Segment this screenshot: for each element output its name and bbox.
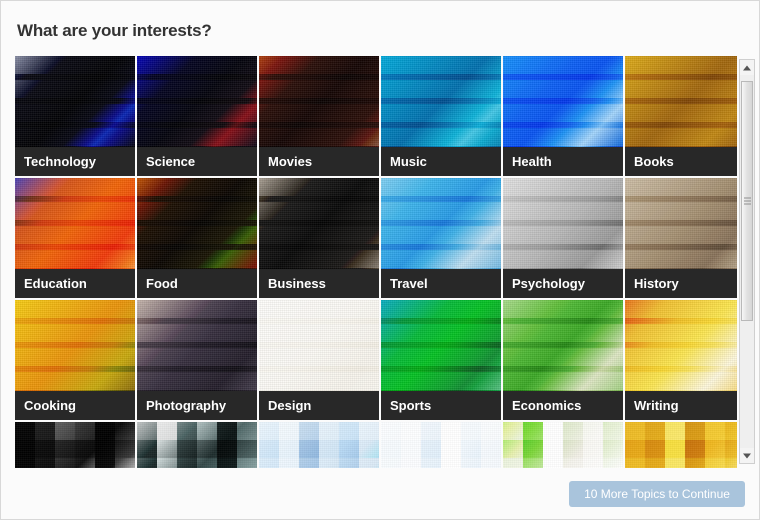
topic-tile-photography[interactable]: Photography — [137, 300, 257, 420]
topic-tile-partial[interactable] — [137, 422, 257, 468]
topic-tile-label: Photography — [137, 391, 257, 420]
topic-tile-food[interactable]: Food — [137, 178, 257, 298]
topic-tile-psychology[interactable]: Psychology — [503, 178, 623, 298]
topic-thumbnail-pixelation — [259, 422, 379, 468]
topic-tile-label: Sports — [381, 391, 501, 420]
topic-tile-label: Food — [137, 269, 257, 298]
topic-thumbnail-pixelation — [137, 422, 257, 468]
topic-tile-cooking[interactable]: Cooking — [15, 300, 135, 420]
topic-tile-sports[interactable]: Sports — [381, 300, 501, 420]
topics-grid-viewport[interactable]: Technology Science Movies Music Health Books E… — [15, 56, 737, 468]
topic-tile-partial[interactable] — [381, 422, 501, 468]
topic-tile-partial[interactable] — [625, 422, 737, 468]
topic-tile-label: Psychology — [503, 269, 623, 298]
topic-thumbnail-pixelation — [381, 422, 501, 468]
scroll-down-arrow-icon[interactable] — [740, 448, 754, 463]
topic-tile-label: Travel — [381, 269, 501, 298]
topic-tile-partial[interactable] — [15, 422, 135, 468]
page-title: What are your interests? — [17, 21, 212, 40]
topic-tile-partial[interactable] — [503, 422, 623, 468]
topic-row: Education Food Business Travel Psychology His… — [15, 178, 737, 298]
topic-thumbnail-pixelation — [503, 422, 623, 468]
topic-tile-label: Music — [381, 147, 501, 176]
continue-button[interactable]: 10 More Topics to Continue — [569, 481, 745, 507]
topic-tile-label: Education — [15, 269, 135, 298]
topic-row: Technology Science Movies Music Health Books — [15, 56, 737, 176]
topic-tile-label: Cooking — [15, 391, 135, 420]
topic-tile-label: Economics — [503, 391, 623, 420]
grid-scrollbar[interactable] — [739, 59, 755, 464]
topic-tile-design[interactable]: Design — [259, 300, 379, 420]
interests-picker-page: What are your interests? Technology Scien… — [0, 0, 760, 520]
topic-tile-education[interactable]: Education — [15, 178, 135, 298]
topic-tile-movies[interactable]: Movies — [259, 56, 379, 176]
topic-tile-label: Writing — [625, 391, 737, 420]
scrollbar-grip-icon — [744, 197, 751, 205]
topic-tile-business[interactable]: Business — [259, 178, 379, 298]
topic-tile-label: Movies — [259, 147, 379, 176]
topic-tile-books[interactable]: Books — [625, 56, 737, 176]
topic-tile-label: Business — [259, 269, 379, 298]
topic-thumbnail-pixelation — [625, 422, 737, 468]
topics-grid: Technology Science Movies Music Health Books E… — [15, 56, 737, 468]
topic-tile-travel[interactable]: Travel — [381, 178, 501, 298]
topic-tile-writing[interactable]: Writing — [625, 300, 737, 420]
scrollbar-track[interactable] — [740, 75, 754, 448]
topic-tile-science[interactable]: Science — [137, 56, 257, 176]
topic-tile-label: Science — [137, 147, 257, 176]
topic-tile-label: History — [625, 269, 737, 298]
topic-tile-label: Books — [625, 147, 737, 176]
topic-thumbnail-pixelation — [15, 422, 135, 468]
topic-tile-history[interactable]: History — [625, 178, 737, 298]
topic-row — [15, 422, 737, 468]
topic-tile-economics[interactable]: Economics — [503, 300, 623, 420]
topic-tile-label: Health — [503, 147, 623, 176]
topic-tile-partial[interactable] — [259, 422, 379, 468]
topic-tile-label: Design — [259, 391, 379, 420]
topic-row: Cooking Photography Design Sports Economics W… — [15, 300, 737, 420]
scrollbar-thumb[interactable] — [741, 81, 753, 321]
topic-tile-label: Technology — [15, 147, 135, 176]
topic-tile-technology[interactable]: Technology — [15, 56, 135, 176]
scroll-up-arrow-icon[interactable] — [740, 60, 754, 75]
topic-tile-health[interactable]: Health — [503, 56, 623, 176]
topic-tile-music[interactable]: Music — [381, 56, 501, 176]
